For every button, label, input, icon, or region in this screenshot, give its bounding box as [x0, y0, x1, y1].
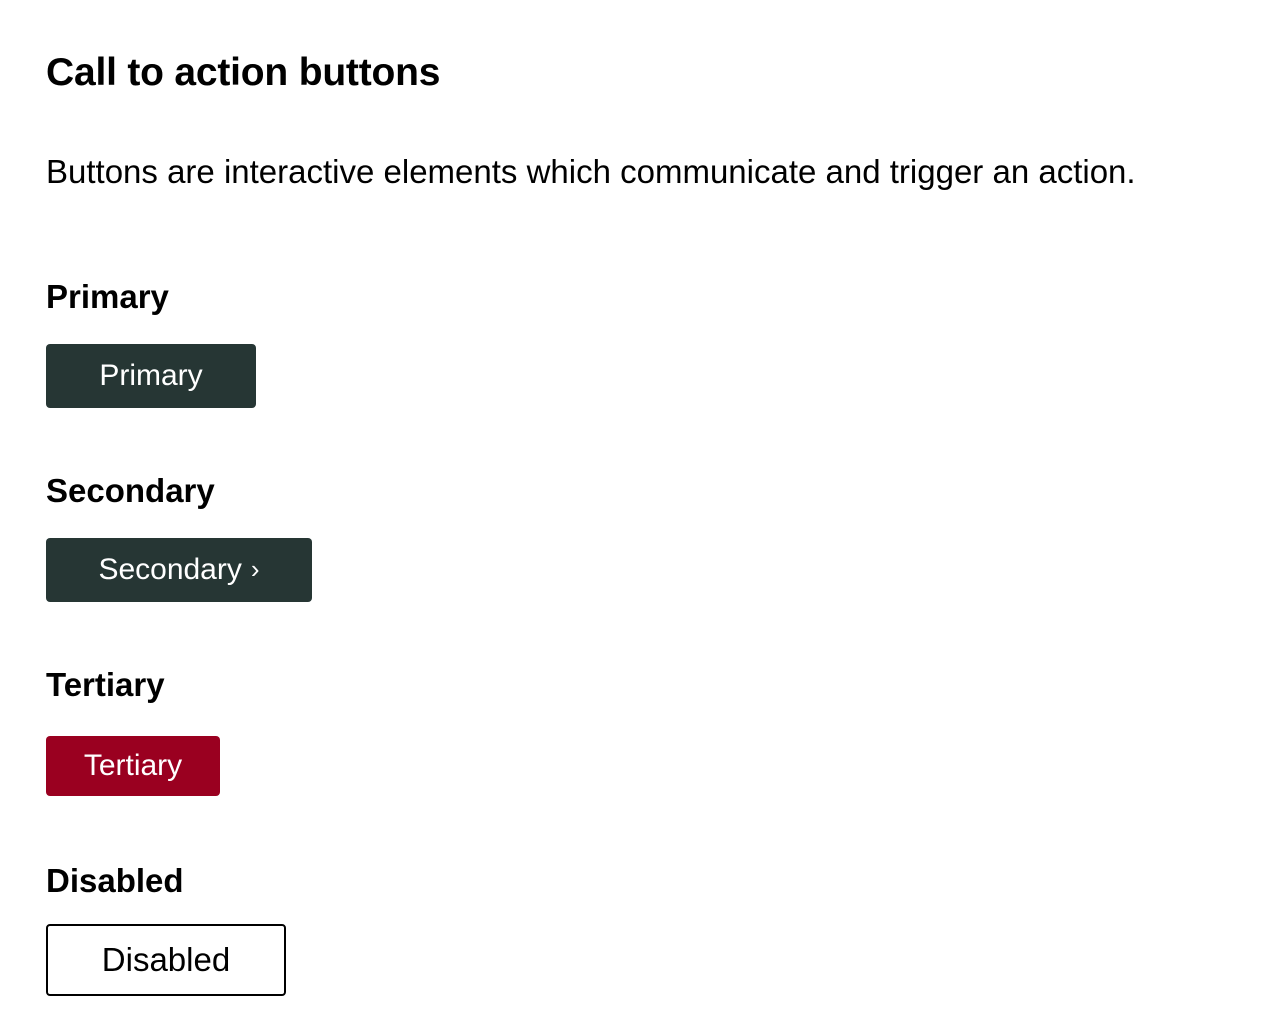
primary-heading: Primary: [46, 278, 169, 315]
disabled-button: Disabled: [46, 924, 286, 996]
chevron-right-icon: ›: [250, 554, 260, 584]
secondary-button-label: Secondary: [98, 553, 242, 586]
secondary-heading: Secondary: [46, 472, 215, 509]
secondary-button[interactable]: Secondary ›: [46, 538, 312, 602]
disabled-button-label: Disabled: [101, 941, 231, 978]
tertiary-button[interactable]: Tertiary: [46, 736, 220, 796]
page-title: Call to action buttons: [46, 51, 441, 94]
primary-button[interactable]: Primary: [46, 344, 256, 408]
tertiary-heading: Tertiary: [46, 666, 165, 703]
page-description: Buttons are interactive elements which c…: [46, 153, 1136, 190]
primary-button-label: Primary: [99, 359, 203, 392]
page: Call to action buttons Buttons are inter…: [0, 0, 1286, 1034]
disabled-heading: Disabled: [46, 862, 184, 899]
tertiary-button-label: Tertiary: [83, 749, 183, 782]
